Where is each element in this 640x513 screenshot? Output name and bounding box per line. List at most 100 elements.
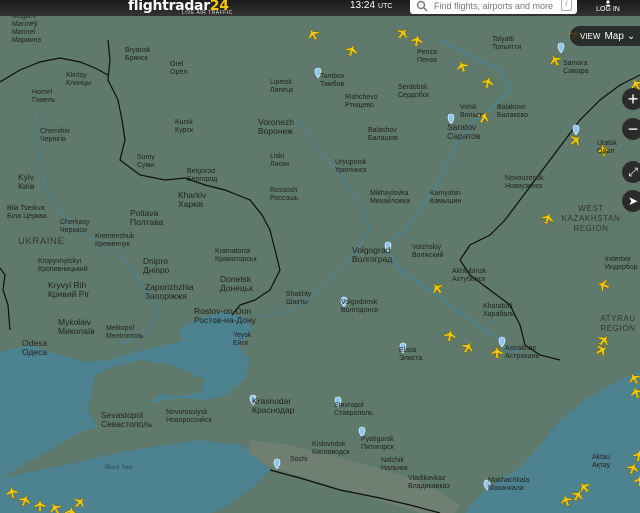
city-name-local: Магілёў <box>12 21 38 28</box>
zoom-in-button[interactable]: + <box>622 88 640 110</box>
city-name-local: Новоузенск <box>505 183 543 190</box>
city-label: Saratov Саратов <box>447 123 480 141</box>
locate-button[interactable]: ➤ <box>622 190 640 212</box>
city-name-local: Новороссийск <box>166 417 212 424</box>
city-label: Penza Пенза <box>417 49 437 65</box>
city-name: Belgorod <box>187 168 216 175</box>
city-name-local: Суми <box>137 162 155 169</box>
view-value: Map <box>604 30 624 42</box>
city-label: Balakovo Балаково <box>497 104 528 120</box>
top-bar: flightradar24 LIVE AIR TRAFFIC 13:24 UTC … <box>0 0 640 16</box>
city-label: Odesa Одеса <box>22 339 47 357</box>
city-name-local: Чернігів <box>40 136 66 143</box>
city-label: Elista Элиста <box>399 347 422 363</box>
city-name: Astrakhan <box>505 345 537 352</box>
city-name-local: Кисловодск <box>312 449 350 456</box>
city-name: Stavropol <box>334 402 364 409</box>
city-name: Serdobsk <box>398 84 428 91</box>
search-shortcut-key: / <box>561 0 572 11</box>
city-name-local: Курск <box>175 127 193 134</box>
city-name: Tolyatti <box>492 36 514 43</box>
zoom-out-button[interactable]: − <box>622 118 640 140</box>
city-label: Makhachkala Махачкала <box>488 477 529 493</box>
city-name: Volgodonsk <box>341 299 378 306</box>
city-name-local: Кременчук <box>95 241 130 248</box>
city-name-local: Кривий Ріг <box>48 289 90 299</box>
city-name-local: Київ <box>18 181 35 191</box>
city-name-local: Харабали <box>483 311 516 318</box>
city-name: Nalchik <box>381 457 404 464</box>
city-name-local: Владикавказ <box>408 483 450 490</box>
city-name-local: Ақтау <box>592 462 611 469</box>
city-name-local: Ртищево <box>345 102 374 109</box>
city-label: Bila Tserkva Біла Церква <box>7 205 47 221</box>
city-name-local: Урюпинск <box>335 167 367 174</box>
fullscreen-button[interactable]: ⤢ <box>622 161 640 183</box>
city-name-local: Клинцы <box>66 80 91 87</box>
fullscreen-icon: ⤢ <box>628 164 638 179</box>
city-label: Sevastopol Севастополь <box>101 411 152 429</box>
city-label: Krasnodar Краснодар <box>252 397 294 415</box>
city-name-local: Астрахань <box>505 353 539 360</box>
chevron-down-icon: ⌄ <box>626 30 636 42</box>
city-label: Kharkiv Харків <box>178 191 206 209</box>
city-name-local: Тольятти <box>492 44 522 51</box>
city-label: Volsk Вольск <box>460 104 483 120</box>
city-label: Marinel Мариинэ <box>12 29 41 45</box>
city-label: Rossosh Россошь <box>270 187 299 203</box>
city-name: Kharabali <box>483 303 513 310</box>
city-name-local: Саратов <box>447 131 481 141</box>
city-name-local: Орёл <box>170 69 188 76</box>
city-name-local: Гомель <box>32 97 56 104</box>
city-name-local: Ростов-на-Дону <box>194 315 256 325</box>
city-label: Kursk Курск <box>175 119 193 135</box>
clock-time: 13:24 <box>350 0 376 11</box>
city-label: Tolyatti Тольятти <box>492 36 521 52</box>
city-name-local: Севастополь <box>101 419 153 429</box>
city-label: Akhtubinsk Ахтубинск <box>452 268 486 284</box>
city-label: Bryansk Брянск <box>125 47 150 63</box>
city-label: Novorossiysk Новороссийск <box>166 409 212 425</box>
city-label: Tambov Тамбов <box>320 73 345 89</box>
city-name-local: Тамбов <box>320 81 345 88</box>
city-name-local: Самара <box>563 68 589 75</box>
login-label: LOG IN <box>596 6 620 13</box>
city-name: Uryupinsk <box>335 159 367 166</box>
city-name: Uralsk <box>597 140 617 147</box>
city-name: Balakovo <box>497 104 526 111</box>
city-name: Marinel <box>12 29 35 36</box>
city-name: Bryansk <box>125 47 151 54</box>
city-name-local: Махачкала <box>488 485 524 492</box>
city-label: Balashov Балашов <box>368 127 398 143</box>
search-input[interactable]: Find flights, airports and more <box>434 1 553 11</box>
city-name-local: Сердобск <box>398 92 430 99</box>
view-label: VIEW <box>580 31 601 41</box>
city-label: Kramatorsk Краматорськ <box>215 248 257 264</box>
city-name-local: Полтава <box>130 217 164 227</box>
city-label: Liski Лиски <box>270 153 289 169</box>
city-name: Balashov <box>368 127 397 134</box>
city-name-local: Краматорськ <box>215 256 257 263</box>
city-name: Mikhaylovka <box>370 190 409 197</box>
logo-tagline: LIVE AIR TRAFFIC <box>182 10 233 16</box>
city-label: Dnipro Дніпро <box>143 257 169 275</box>
city-name-local: Черкаси <box>60 227 87 234</box>
city-label: Uralsk Орал <box>597 140 617 156</box>
city-name-local: Волгоград <box>352 254 393 264</box>
city-name: Makhachkala <box>488 477 530 484</box>
city-label: Orel Орёл <box>170 61 187 77</box>
city-name-local: Липецк <box>270 87 294 94</box>
search-box[interactable]: Find flights, airports and more / <box>410 0 577 14</box>
city-name: Melitopol <box>106 325 135 332</box>
view-selector[interactable]: VIEW Map ⌄ <box>570 26 640 46</box>
city-label: Vladikavkaz Владикавказ <box>408 475 450 491</box>
city-label: Volgograd Волгоград <box>352 246 392 264</box>
city-name: Volsk <box>460 104 477 111</box>
city-label: Astrakhan Астрахань <box>505 345 539 361</box>
city-label: Samara Самара <box>563 60 589 76</box>
city-label: Yeysk Ейск <box>233 332 251 348</box>
city-label: Klintsy Клинцы <box>66 72 91 88</box>
login-button[interactable]: LOG IN <box>594 0 622 16</box>
city-name-local: Харків <box>178 199 204 209</box>
city-name: Kislovodsk <box>312 441 346 448</box>
